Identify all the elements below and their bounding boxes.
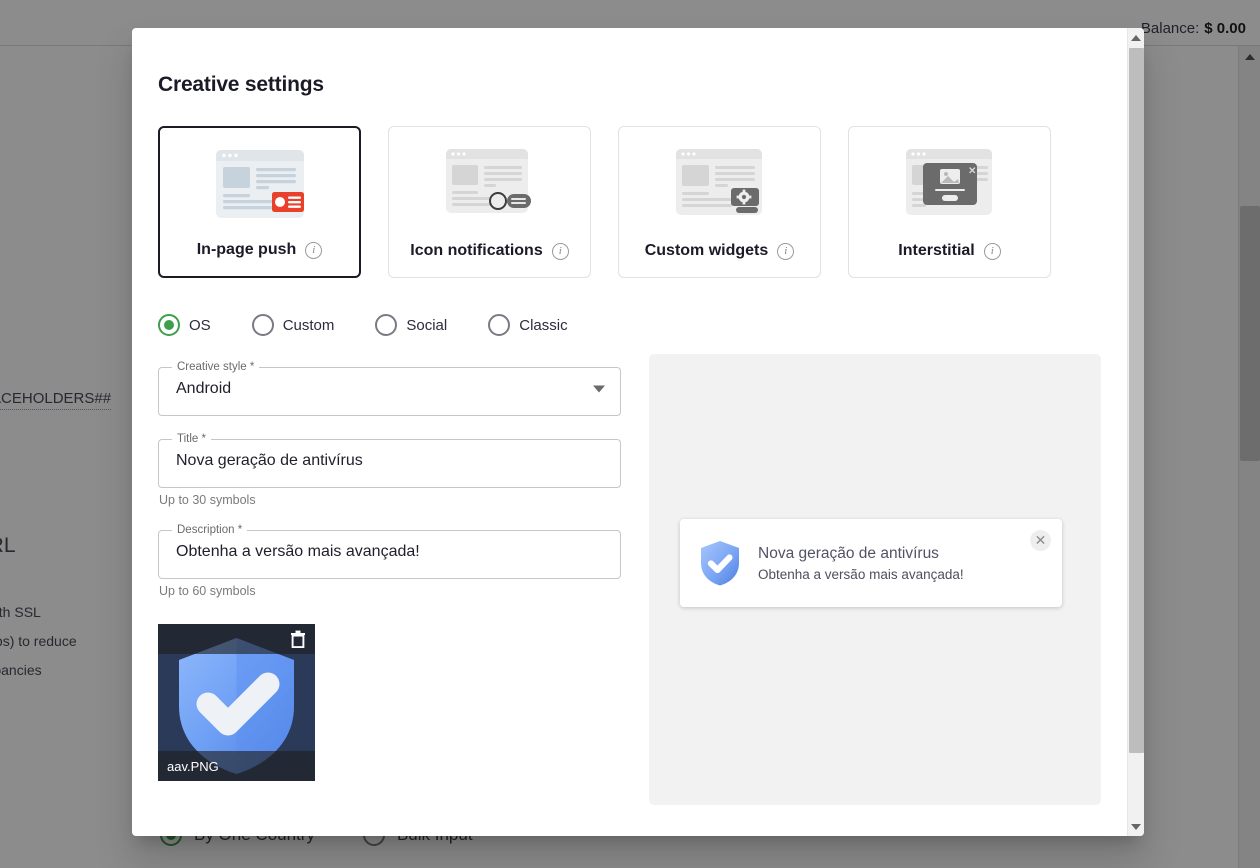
creative-type-card-in-page-push[interactable]: In-page push i (158, 126, 361, 278)
dialog-body: Creative settings In-page push i Icon no… (132, 28, 1127, 836)
creative-settings-dialog: Creative settings In-page push i Icon no… (132, 28, 1144, 836)
chevron-down-icon[interactable] (593, 385, 605, 393)
description-hint: Up to 60 symbols (159, 584, 256, 598)
card-footer-in-page-push: In-page push i (160, 224, 359, 276)
radio-option-custom[interactable]: Custom (251, 314, 335, 336)
dialog-scrollbar-down-button[interactable] (1128, 818, 1144, 835)
title-hint: Up to 30 symbols (159, 493, 256, 507)
card-footer-interstitial: Interstitial i (849, 225, 1050, 277)
info-icon-interstitial[interactable]: i (983, 242, 1001, 260)
creative-style-select[interactable]: Creative style * Android (158, 361, 621, 416)
radio-label-custom: Custom (282, 316, 335, 334)
card-label-custom-widgets: Custom widgets (644, 242, 769, 259)
thumbnail-bottom-bar: aav.PNG (158, 751, 315, 781)
uploaded-filename: aav.PNG (167, 758, 219, 774)
radio-label-social: Social (406, 316, 448, 334)
custom-widgets-art (674, 147, 766, 219)
radio-option-social[interactable]: Social (375, 314, 447, 336)
info-icon-custom-widgets[interactable]: i (777, 242, 795, 260)
dialog-title: Creative settings (158, 73, 324, 96)
radio-icon-social (375, 314, 398, 336)
uploaded-image-thumbnail[interactable]: aav.PNG (158, 624, 315, 781)
preview-notification-title: Nova geração de antivírus (758, 544, 939, 562)
preview-column: Nova geração de antivírus Obtenha a vers… (649, 344, 1101, 805)
custom-widgets-icon (675, 149, 762, 215)
title-input[interactable]: Title * Nova geração de antivírus (158, 433, 621, 488)
preview-notification-text: Nova geração de antivírus Obtenha a vers… (758, 545, 1044, 582)
chevron-up-icon (1131, 34, 1141, 41)
interstitial-art (904, 147, 996, 219)
card-label-interstitial: Interstitial (898, 242, 975, 259)
creative-type-card-group: In-page push i Icon notifications i Cust… (158, 126, 1101, 278)
preview-notification-card[interactable]: Nova geração de antivírus Obtenha a vers… (680, 519, 1062, 607)
inpage-push-icon (215, 150, 304, 218)
trash-icon[interactable] (290, 630, 306, 648)
info-icon-icon-notifications[interactable]: i (551, 242, 569, 260)
preview-notification-description: Obtenha a versão mais avançada! (758, 566, 964, 582)
radio-label-classic: Classic (519, 316, 568, 334)
creative-preview-panel: Nova geração de antivírus Obtenha a vers… (649, 354, 1101, 805)
radio-icon-os-selected (158, 314, 180, 336)
title-label: Title * (177, 433, 206, 445)
info-icon-in-page-push[interactable]: i (305, 241, 323, 259)
chevron-down-icon (1131, 823, 1141, 830)
creative-type-card-interstitial[interactable]: Interstitial i (848, 126, 1051, 278)
title-value: Nova geração de antivírus (176, 452, 363, 469)
thumbnail-top-bar (158, 624, 315, 654)
radio-option-os[interactable]: OS (158, 314, 211, 336)
card-label-in-page-push: In-page push (196, 241, 297, 258)
radio-option-classic[interactable]: Classic (488, 314, 568, 336)
form-column: Creative style * Android Title * Nova ge… (158, 344, 621, 805)
creative-style-radio-group: OS Custom Social Classic (158, 314, 1101, 336)
radio-icon-classic (488, 314, 511, 336)
description-value: Obtenha a versão mais avançada! (176, 543, 420, 560)
interstitial-icon (905, 149, 992, 215)
dialog-scrollbar-thumb[interactable] (1129, 48, 1144, 753)
creative-type-card-icon-notifications[interactable]: Icon notifications i (388, 126, 591, 278)
description-label: Description * (177, 524, 243, 536)
in-page-push-art (214, 148, 306, 220)
creative-type-card-custom-widgets[interactable]: Custom widgets i (618, 126, 821, 278)
creative-style-label: Creative style * (177, 361, 255, 373)
preview-shield-icon (701, 541, 739, 586)
dialog-scrollbar-up-button[interactable] (1128, 29, 1144, 46)
settings-columns: Creative style * Android Title * Nova ge… (158, 344, 1101, 805)
description-input[interactable]: Description * Obtenha a versão mais avan… (158, 524, 621, 579)
card-footer-icon-notifications: Icon notifications i (389, 225, 590, 277)
dialog-scrollbar[interactable] (1127, 28, 1144, 836)
icon-notifications-art (444, 147, 536, 219)
icon-notifications-icon (445, 149, 531, 213)
radio-icon-custom (251, 314, 274, 336)
creative-style-value: Android (176, 380, 232, 397)
close-icon[interactable]: ✕ (1030, 530, 1051, 551)
card-footer-custom-widgets: Custom widgets i (619, 225, 820, 277)
card-label-icon-notifications: Icon notifications (410, 242, 543, 259)
radio-label-os: OS (189, 316, 211, 334)
